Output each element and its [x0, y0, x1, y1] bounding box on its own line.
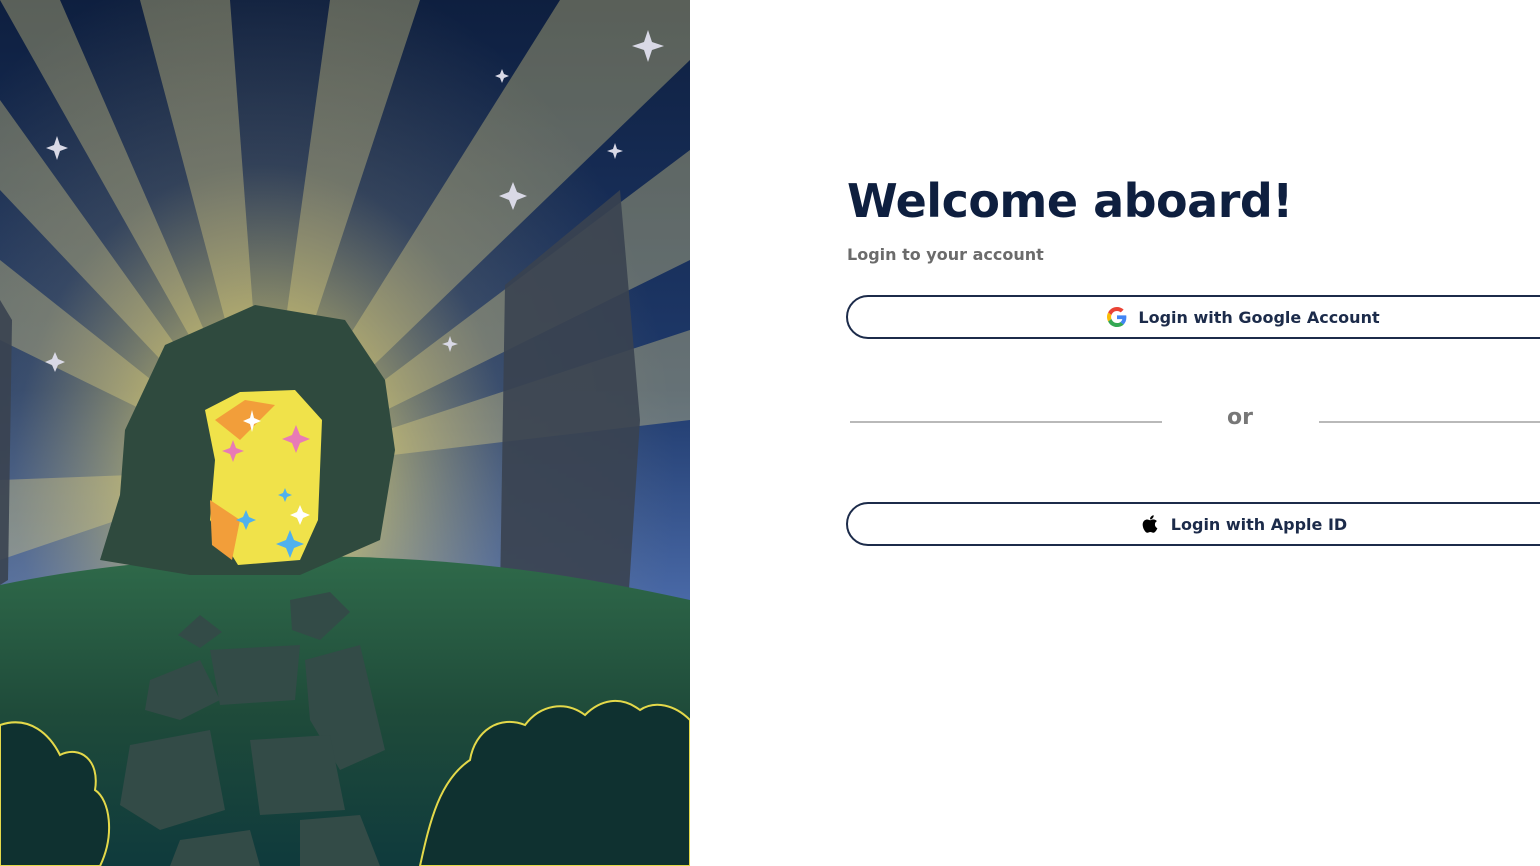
- divider-text: or: [1227, 405, 1253, 430]
- or-divider: or: [850, 405, 1540, 435]
- divider-line-right: [1319, 421, 1540, 423]
- page-subtitle: Login to your account: [847, 245, 1044, 264]
- hero-illustration: [0, 0, 690, 866]
- google-icon: [1106, 306, 1128, 328]
- google-login-button[interactable]: Login with Google Account: [846, 295, 1540, 339]
- apple-icon: [1139, 513, 1161, 535]
- login-page: Welcome aboard! Login to your account Lo…: [0, 0, 1540, 866]
- apple-login-label: Login with Apple ID: [1170, 514, 1348, 534]
- page-title: Welcome aboard!: [847, 174, 1293, 228]
- apple-login-button[interactable]: Login with Apple ID: [846, 502, 1540, 546]
- divider-line-left: [850, 421, 1162, 423]
- glowing-gem-illustration: [0, 0, 690, 866]
- login-panel: Welcome aboard! Login to your account Lo…: [690, 0, 1540, 866]
- google-login-label: Login with Google Account: [1138, 307, 1380, 327]
